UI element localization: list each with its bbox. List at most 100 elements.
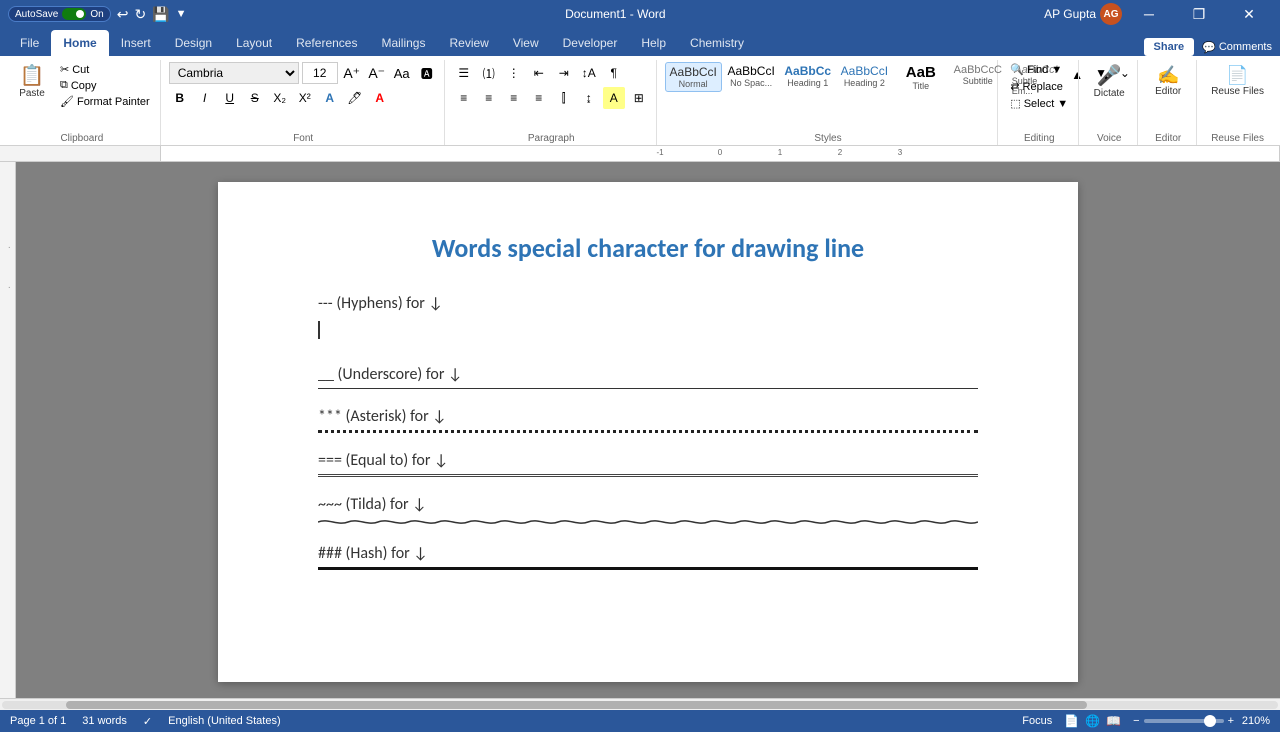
- undo-icon[interactable]: ↩: [117, 6, 129, 23]
- save-icon[interactable]: 💾: [152, 6, 169, 23]
- subscript-button[interactable]: X₂: [269, 87, 291, 109]
- read-mode-icon[interactable]: 📖: [1106, 714, 1121, 728]
- show-hide-button[interactable]: ¶: [603, 62, 625, 84]
- format-painter-button[interactable]: 🖌 Format Painter: [56, 94, 154, 109]
- zoom-out-icon[interactable]: −: [1133, 715, 1139, 727]
- hscroll-thumb[interactable]: [66, 701, 1087, 709]
- font-size-input[interactable]: [302, 62, 338, 84]
- increase-indent-button[interactable]: ⇥: [553, 62, 575, 84]
- redo-icon[interactable]: ↻: [134, 6, 146, 23]
- more-commands-icon[interactable]: ▼: [176, 8, 187, 20]
- line-spacing-button[interactable]: ↨: [578, 87, 600, 109]
- align-left-button[interactable]: ≡: [453, 87, 475, 109]
- dictate-button[interactable]: 🎤 Dictate: [1087, 62, 1131, 103]
- tab-view[interactable]: View: [501, 30, 551, 56]
- style-no-spacing[interactable]: AaBbCcI No Spac...: [724, 62, 779, 90]
- line-equal: [318, 474, 978, 477]
- numbering-button[interactable]: ⑴: [478, 62, 500, 84]
- section-hyphens: --- (Hyphens) for ↓: [318, 294, 978, 347]
- justify-button[interactable]: ≡: [528, 87, 550, 109]
- font-size-decrease-button[interactable]: A⁻: [366, 62, 388, 84]
- tab-help[interactable]: Help: [629, 30, 678, 56]
- cut-icon: ✂: [60, 63, 69, 76]
- copy-button[interactable]: ⧉ Copy: [56, 78, 154, 93]
- styles-group: AaBbCcI Normal AaBbCcI No Spac... AaBbCc…: [659, 60, 999, 145]
- tab-review[interactable]: Review: [437, 30, 500, 56]
- zoom-in-icon[interactable]: +: [1228, 715, 1234, 727]
- share-button[interactable]: Share: [1144, 38, 1195, 56]
- copy-icon: ⧉: [60, 79, 68, 92]
- italic-button[interactable]: I: [194, 87, 216, 109]
- title-bar: AutoSave On ↩ ↻ 💾 ▼ Document1 - Word AP …: [0, 0, 1280, 28]
- tab-chemistry[interactable]: Chemistry: [678, 30, 756, 56]
- style-subtitle[interactable]: AaBbCcC Subtitle: [950, 62, 1006, 88]
- strikethrough-button[interactable]: S: [244, 87, 266, 109]
- cursor-area[interactable]: [318, 317, 978, 347]
- font-color-button[interactable]: A: [369, 87, 391, 109]
- align-center-button[interactable]: ≡: [478, 87, 500, 109]
- bullets-button[interactable]: ☰: [453, 62, 475, 84]
- document-scroll[interactable]: Words special character for drawing line…: [16, 162, 1280, 698]
- minimize-button[interactable]: ─: [1126, 0, 1172, 28]
- style-normal[interactable]: AaBbCcI Normal: [665, 62, 722, 92]
- para-mark-1: ·: [8, 242, 11, 253]
- font-group: Cambria A⁺ A⁻ Aa 🅰 B I U S X₂ X² A 🖊 A F…: [163, 60, 445, 145]
- web-layout-icon[interactable]: 🌐: [1085, 714, 1100, 728]
- clear-formatting-button[interactable]: 🅰: [416, 62, 438, 84]
- style-heading2[interactable]: AaBbCcI Heading 2: [837, 62, 892, 90]
- borders-button[interactable]: ⊞: [628, 87, 650, 109]
- print-layout-icon[interactable]: 📄: [1064, 714, 1079, 728]
- tab-design[interactable]: Design: [163, 30, 224, 56]
- style-title[interactable]: AaB Title: [894, 62, 948, 93]
- select-button[interactable]: ⬚ Select ▼: [1006, 96, 1072, 111]
- section-equal-text: === (Equal to) for ↓: [318, 451, 449, 470]
- horizontal-scrollbar[interactable]: [0, 698, 1280, 710]
- hscroll-track[interactable]: [2, 701, 1278, 709]
- tab-developer[interactable]: Developer: [551, 30, 630, 56]
- find-button[interactable]: 🔍 Find ▼: [1006, 62, 1066, 77]
- columns-button[interactable]: ⫿: [553, 87, 575, 109]
- sort-button[interactable]: ↕A: [578, 62, 600, 84]
- focus-label[interactable]: Focus: [1022, 715, 1052, 727]
- underline-button[interactable]: U: [219, 87, 241, 109]
- bold-button[interactable]: B: [169, 87, 191, 109]
- paste-button[interactable]: 📋 Paste: [10, 62, 54, 103]
- tab-layout[interactable]: Layout: [224, 30, 284, 56]
- ribbon: 📋 Paste ✂ Cut ⧉ Copy 🖌 Format Painter Cl…: [0, 56, 1280, 146]
- tab-mailings[interactable]: Mailings: [369, 30, 437, 56]
- multilevel-list-button[interactable]: ⋮: [503, 62, 525, 84]
- find-chevron-icon: ▼: [1051, 64, 1062, 76]
- clipboard-small-buttons: ✂ Cut ⧉ Copy 🖌 Format Painter: [56, 62, 154, 109]
- titlebar-right: AP Gupta AG ─ ❐ ✕: [1044, 0, 1272, 28]
- comments-button[interactable]: 💬 Comments: [1202, 41, 1272, 54]
- change-case-button[interactable]: Aa: [391, 62, 413, 84]
- paragraph-top-row: ☰ ⑴ ⋮ ⇤ ⇥ ↕A ¶: [453, 62, 625, 84]
- autosave-badge[interactable]: AutoSave On: [8, 6, 111, 22]
- tab-home[interactable]: Home: [51, 30, 108, 56]
- select-label: Select: [1024, 98, 1055, 110]
- style-heading1[interactable]: AaBbCc Heading 1: [781, 62, 835, 90]
- copy-label: Copy: [71, 80, 97, 92]
- highlight-button[interactable]: 🖊: [344, 87, 366, 109]
- reuse-files-button[interactable]: 📄 Reuse Files: [1205, 62, 1270, 101]
- shading-button[interactable]: A: [603, 87, 625, 109]
- restore-button[interactable]: ❐: [1176, 0, 1222, 28]
- font-size-increase-button[interactable]: A⁺: [341, 62, 363, 84]
- zoom-level[interactable]: 210%: [1238, 715, 1270, 727]
- autosave-toggle[interactable]: [62, 8, 86, 20]
- reuse-files-group: 📄 Reuse Files Reuse Files: [1199, 60, 1276, 145]
- cut-button[interactable]: ✂ Cut: [56, 62, 154, 77]
- decrease-indent-button[interactable]: ⇤: [528, 62, 550, 84]
- close-button[interactable]: ✕: [1226, 0, 1272, 28]
- tab-references[interactable]: References: [284, 30, 369, 56]
- align-right-button[interactable]: ≡: [503, 87, 525, 109]
- font-name-select[interactable]: Cambria: [169, 62, 299, 84]
- tab-insert[interactable]: Insert: [109, 30, 163, 56]
- text-effects-button[interactable]: A: [319, 87, 341, 109]
- replace-button[interactable]: ⇄ Replace: [1006, 79, 1067, 94]
- editor-button[interactable]: ✍ Editor: [1146, 62, 1190, 101]
- superscript-button[interactable]: X²: [294, 87, 316, 109]
- tab-file[interactable]: File: [8, 30, 51, 56]
- proofing-icon[interactable]: ✓: [143, 715, 152, 728]
- language[interactable]: English (United States): [168, 715, 281, 727]
